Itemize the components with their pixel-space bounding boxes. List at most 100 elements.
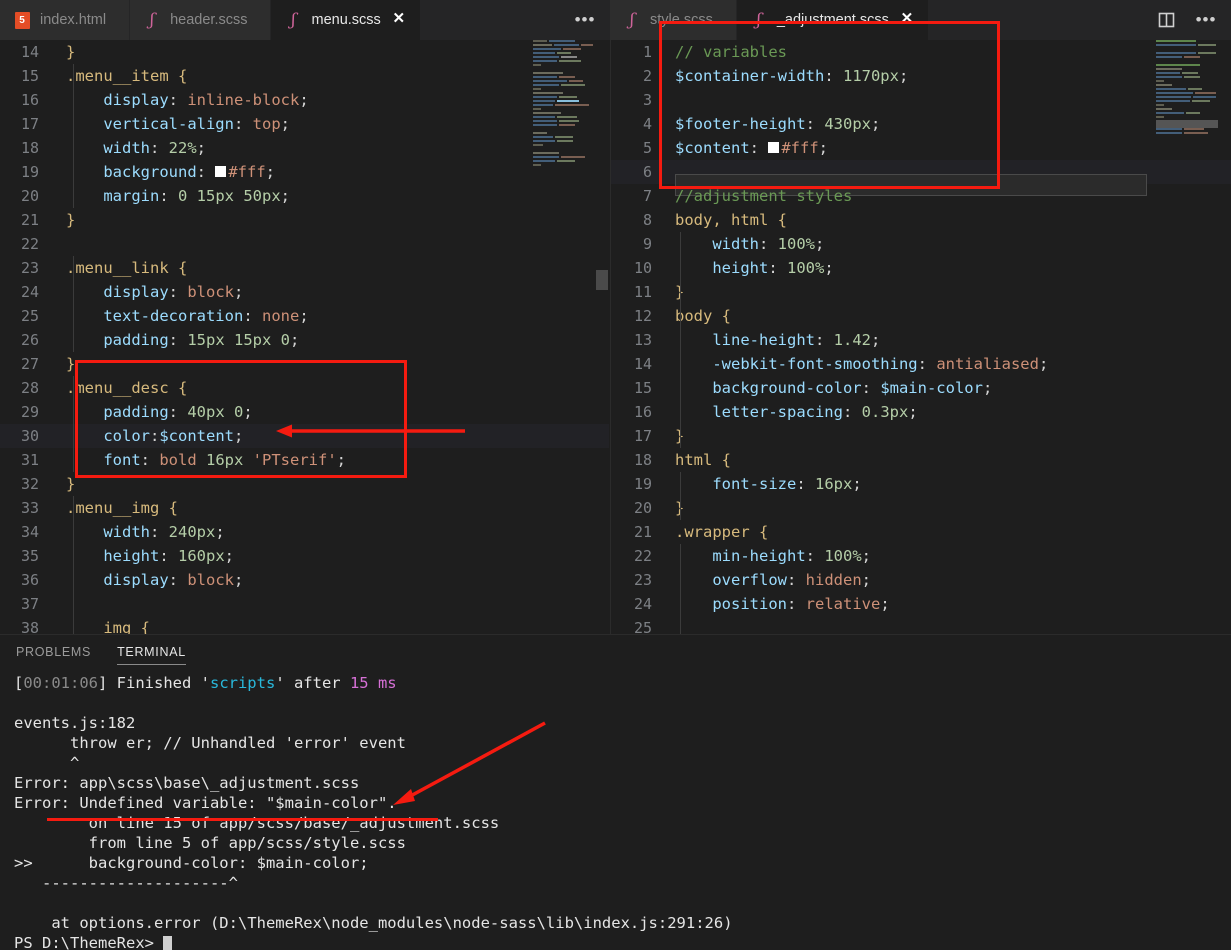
code-line[interactable]: 23 .menu__link { (0, 256, 609, 280)
code-text[interactable]: .menu__item { (56, 64, 609, 88)
code-line[interactable]: 6 (611, 160, 1231, 196)
code-text[interactable]: } (665, 280, 1231, 304)
code-text[interactable]: text-decoration: none; (56, 304, 609, 328)
code-line[interactable]: 25 (611, 616, 1231, 634)
code-line[interactable]: 16 letter-spacing: 0.3px; (611, 400, 1231, 424)
code-content-adjustment-scss[interactable]: 1 // variables 2 $container-width: 1170px; 3… (611, 40, 1231, 634)
code-line[interactable]: 22 min-height: 100%; (611, 544, 1231, 568)
tab-style-scss[interactable]: ʃ style.scss (610, 0, 737, 40)
code-text[interactable]: // variables (665, 40, 1231, 64)
tab-index-html[interactable]: 5 index.html (0, 0, 131, 40)
code-text[interactable]: } (56, 352, 609, 376)
code-line[interactable]: 28 .menu__desc { (0, 376, 609, 400)
code-line[interactable]: 7 //adjustment styles (611, 184, 1231, 208)
scrollbar-thumb[interactable] (596, 270, 608, 290)
code-text[interactable]: margin: 0 15px 50px; (56, 184, 609, 208)
code-text[interactable]: position: relative; (665, 592, 1231, 616)
code-text[interactable]: $container-width: 1170px; (665, 64, 1231, 88)
code-line[interactable]: 5 $content: #fff; (611, 136, 1231, 160)
code-text[interactable]: -webkit-font-smoothing: antialiased; (665, 352, 1231, 376)
code-line[interactable]: 15 background-color: $main-color; (611, 376, 1231, 400)
code-line[interactable]: 17 vertical-align: top; (0, 112, 609, 136)
code-line[interactable]: 19 background: #fff; (0, 160, 609, 184)
code-line[interactable]: 26 padding: 15px 15px 0; (0, 328, 609, 352)
code-text[interactable]: .wrapper { (665, 520, 1231, 544)
code-text[interactable]: display: inline-block; (56, 88, 609, 112)
code-line[interactable]: 16 display: inline-block; (0, 88, 609, 112)
code-line[interactable]: 20} (611, 496, 1231, 520)
code-text[interactable]: background-color: $main-color; (665, 376, 1231, 400)
code-line[interactable]: 18 width: 22%; (0, 136, 609, 160)
tab-adjustment-scss[interactable]: ʃ _adjustment.scss ✕ (736, 0, 929, 40)
tab-terminal[interactable]: TERMINAL (117, 635, 186, 669)
minimap-right[interactable] (1156, 40, 1218, 634)
code-text[interactable]: line-height: 1.42; (665, 328, 1231, 352)
close-icon[interactable]: ✕ (391, 11, 407, 28)
tab-problems[interactable]: PROBLEMS (16, 635, 91, 669)
code-line[interactable]: 21 .wrapper { (611, 520, 1231, 544)
code-line[interactable]: 8 body, html { (611, 208, 1231, 232)
minimap-left[interactable] (533, 40, 595, 634)
code-line[interactable]: 27} (0, 352, 609, 376)
scrollbar-left[interactable] (595, 40, 609, 634)
code-text[interactable]: min-height: 100%; (665, 544, 1231, 568)
code-line[interactable]: 38 img { (0, 616, 609, 634)
terminal-output[interactable]: [00:01:06] Finished 'scripts' after 15 m… (0, 669, 1231, 950)
code-line[interactable]: 24 position: relative; (611, 592, 1231, 616)
code-line[interactable]: 14} (0, 40, 609, 64)
code-text[interactable]: } (56, 472, 609, 496)
more-actions-icon[interactable]: ••• (574, 9, 596, 31)
code-text[interactable]: $content: #fff; (665, 136, 1231, 160)
code-line[interactable]: 12 body { (611, 304, 1231, 328)
code-line[interactable]: 3 (611, 88, 1231, 112)
code-line[interactable]: 24 display: block; (0, 280, 609, 304)
code-text[interactable]: } (665, 496, 1231, 520)
editor-pane-left[interactable]: 14} 15 .menu__item {16 display: inline-blo… (0, 40, 609, 634)
code-text[interactable]: width: 100%; (665, 232, 1231, 256)
code-line[interactable]: 32} (0, 472, 609, 496)
code-line[interactable]: 13 line-height: 1.42; (611, 328, 1231, 352)
code-line[interactable]: 31 font: bold 16px 'PTserif'; (0, 448, 609, 472)
editor-pane-right[interactable]: 1 // variables 2 $container-width: 1170px; 3… (610, 40, 1231, 634)
code-line[interactable]: 11} (611, 280, 1231, 304)
code-text[interactable]: width: 240px; (56, 520, 609, 544)
more-actions-icon[interactable]: ••• (1195, 9, 1217, 31)
code-line[interactable]: 1 // variables (611, 40, 1231, 64)
code-line[interactable]: 22 (0, 232, 609, 256)
code-line[interactable]: 35 height: 160px; (0, 544, 609, 568)
code-text[interactable]: .menu__desc { (56, 376, 609, 400)
minimap-slider-right[interactable] (1156, 120, 1218, 128)
code-line[interactable]: 17} (611, 424, 1231, 448)
scrollbar-right[interactable] (1218, 40, 1231, 634)
code-line[interactable]: 18 html { (611, 448, 1231, 472)
code-line[interactable]: 23 overflow: hidden; (611, 568, 1231, 592)
code-text[interactable]: display: block; (56, 280, 609, 304)
code-text[interactable]: .menu__img { (56, 496, 609, 520)
code-text[interactable]: .menu__link { (56, 256, 609, 280)
code-text[interactable]: html { (665, 448, 1231, 472)
code-line[interactable]: 21} (0, 208, 609, 232)
code-line[interactable]: 14 -webkit-font-smoothing: antialiased; (611, 352, 1231, 376)
code-text[interactable]: img { (56, 616, 609, 634)
code-text[interactable]: vertical-align: top; (56, 112, 609, 136)
code-text[interactable]: overflow: hidden; (665, 568, 1231, 592)
code-line[interactable]: 4 $footer-height: 430px; (611, 112, 1231, 136)
code-line[interactable]: 34 width: 240px; (0, 520, 609, 544)
code-text[interactable]: body { (665, 304, 1231, 328)
split-editor-icon[interactable] (1155, 9, 1177, 31)
code-content-menu-scss[interactable]: 14} 15 .menu__item {16 display: inline-blo… (0, 40, 609, 634)
tab-header-scss[interactable]: ʃ header.scss (130, 0, 272, 40)
code-line[interactable]: 20 margin: 0 15px 50px; (0, 184, 609, 208)
code-text[interactable]: font-size: 16px; (665, 472, 1231, 496)
code-text[interactable]: } (56, 208, 609, 232)
code-line[interactable]: 37 (0, 592, 609, 616)
code-line[interactable]: 15 .menu__item { (0, 64, 609, 88)
code-line[interactable]: 33 .menu__img { (0, 496, 609, 520)
code-line[interactable]: 36 display: block; (0, 568, 609, 592)
code-line[interactable]: 10 height: 100%; (611, 256, 1231, 280)
code-line[interactable]: 2 $container-width: 1170px; (611, 64, 1231, 88)
code-text[interactable]: letter-spacing: 0.3px; (665, 400, 1231, 424)
code-text[interactable]: //adjustment styles (665, 184, 1231, 208)
code-text[interactable]: width: 22%; (56, 136, 609, 160)
close-icon[interactable]: ✕ (899, 11, 915, 28)
